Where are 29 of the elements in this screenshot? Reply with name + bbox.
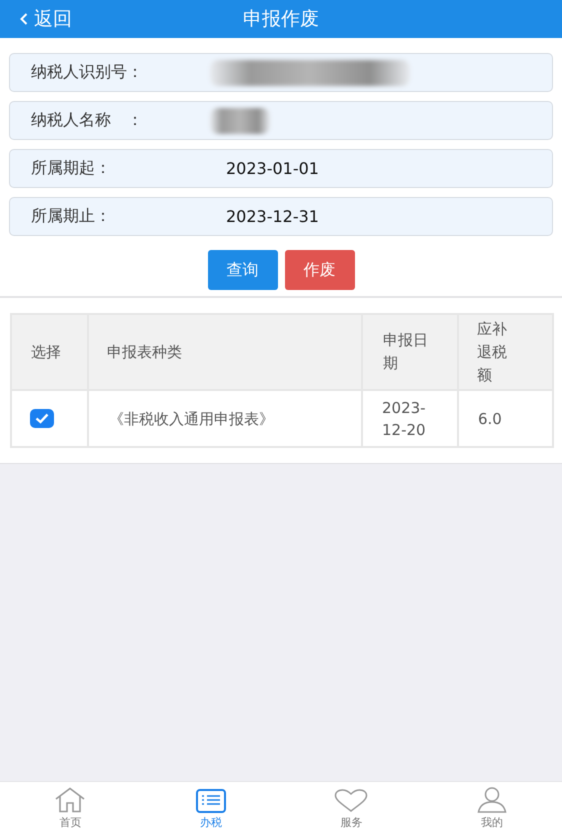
back-button[interactable]: 返回 <box>20 6 72 32</box>
checkbox[interactable] <box>30 409 54 428</box>
check-icon <box>35 413 49 424</box>
person-icon <box>476 787 507 813</box>
field-value: 2023-12-31 <box>226 207 319 226</box>
tab-item[interactable]: 我的 <box>422 782 562 832</box>
column-header: 申报表种类 <box>88 314 362 390</box>
field-label: 纳税人名称 ： <box>30 110 144 131</box>
tab-item[interactable]: 首页 <box>0 782 140 832</box>
void-button[interactable]: 作废 <box>284 250 354 290</box>
tab-item[interactable]: 办税 <box>140 782 281 832</box>
table-cell: 《非税收入通用申报表》 <box>88 390 362 447</box>
home-icon <box>54 787 86 813</box>
list-icon <box>196 789 226 813</box>
page-title: 申报作废 <box>243 7 319 32</box>
table-cell: 6.0 <box>458 390 553 447</box>
column-header: 选择 <box>11 314 88 390</box>
query-button[interactable]: 查询 <box>208 250 278 290</box>
field-label: 所属期止： <box>30 206 112 227</box>
column-header: 应补退税额 <box>458 314 553 390</box>
column-header: 申报日期 <box>362 314 458 390</box>
redacted-value <box>210 108 270 134</box>
chevron-left-icon <box>20 13 28 25</box>
field-label: 所属期起： <box>30 158 112 179</box>
field-value: 2023-01-01 <box>226 159 319 178</box>
heart-icon <box>334 789 368 813</box>
tab-item[interactable]: 服务 <box>281 782 422 832</box>
field-label: 纳税人识别号： <box>30 62 144 83</box>
table-cell: 2023-12-20 <box>362 390 458 447</box>
